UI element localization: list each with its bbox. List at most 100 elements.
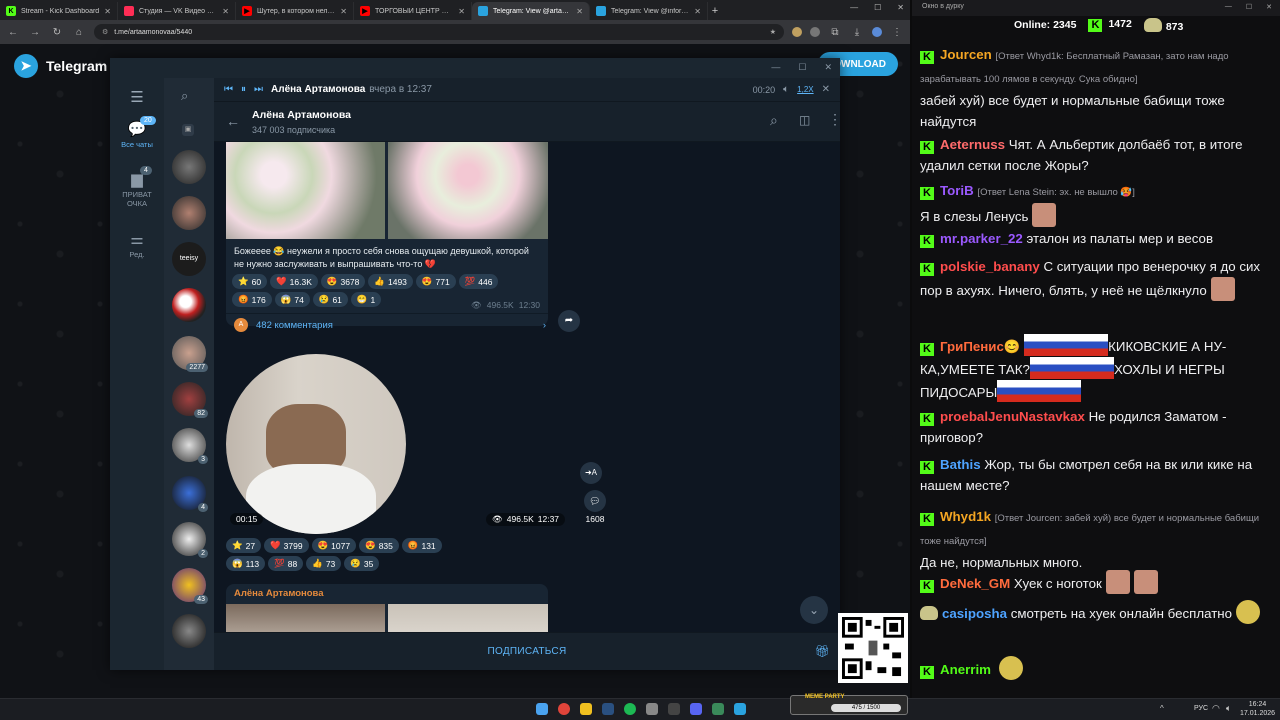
gift-icon[interactable]: 🎁︎ <box>814 644 830 658</box>
home-icon[interactable]: ⌂ <box>72 27 86 38</box>
reaction-chip[interactable]: 💯 446 <box>458 274 499 289</box>
next-icon[interactable]: ⏭ <box>254 84 263 95</box>
reload-icon[interactable]: ↻ <box>50 27 64 38</box>
post-photo[interactable] <box>226 604 385 632</box>
pause-icon[interactable]: ⏸ <box>241 84 246 95</box>
chat-avatar[interactable] <box>172 288 206 322</box>
flower-photo[interactable] <box>226 142 385 239</box>
chat-avatar[interactable] <box>172 196 206 230</box>
video-message[interactable] <box>226 354 406 534</box>
chat-username[interactable]: Aeternuss <box>940 137 1005 152</box>
maximize-icon[interactable]: ☐ <box>1246 3 1252 11</box>
tray-chevron-icon[interactable]: ^ <box>1160 704 1164 713</box>
reaction-chip[interactable]: 😢 61 <box>312 292 348 307</box>
chat-username[interactable]: polskie_banany <box>940 259 1040 274</box>
reaction-chip[interactable]: 😍 1077 <box>311 538 357 553</box>
close-icon[interactable]: ✕ <box>824 62 832 73</box>
minimize-icon[interactable]: — <box>1225 3 1232 11</box>
chat-username[interactable]: ГриПенис😊 <box>940 339 1020 354</box>
reaction-chip[interactable]: 💯 88 <box>268 556 304 571</box>
reaction-chip[interactable]: 😍 3678 <box>320 274 366 289</box>
extensions-icon[interactable]: ⧉ <box>828 27 842 38</box>
app-icon[interactable] <box>646 703 658 715</box>
translate-button[interactable]: ➜A <box>580 462 602 484</box>
forward-icon[interactable]: → <box>28 27 42 38</box>
close-icon[interactable]: ✕ <box>897 3 904 12</box>
chat-avatar[interactable] <box>172 614 206 648</box>
app-icon[interactable] <box>712 703 724 715</box>
new-tab-button[interactable]: + <box>708 2 722 20</box>
star-icon[interactable]: ★ <box>770 28 776 36</box>
channel-name[interactable]: Алёна Артамонова <box>252 109 351 121</box>
profile-avatar[interactable] <box>872 27 882 37</box>
close-player-icon[interactable]: ✕ <box>822 84 830 95</box>
clock[interactable]: 16:24 17.01.2026 <box>1240 700 1275 718</box>
chat-avatar[interactable]: teeisy <box>172 242 206 276</box>
reaction-chip[interactable]: 👍 1493 <box>368 274 413 289</box>
site-info-icon[interactable]: ⚙ <box>102 28 108 36</box>
obs-icon[interactable] <box>668 703 680 715</box>
search-icon[interactable]: ⌕ <box>770 112 778 129</box>
hamburger-menu-icon[interactable]: ☰ <box>110 88 164 106</box>
chat-username[interactable]: Anerrim <box>940 662 991 677</box>
browser-tab[interactable]: Telegram: View @informatorz ✕ <box>590 2 708 20</box>
reaction-chip[interactable]: 😡 176 <box>232 292 272 307</box>
steam-icon[interactable] <box>602 703 614 715</box>
chat-avatar[interactable]: 43 <box>172 568 208 604</box>
reaction-chip[interactable]: 😱 74 <box>274 292 310 307</box>
browser-tab[interactable]: Студия — VK Видео Live ✕ <box>118 2 236 20</box>
minimize-icon[interactable]: — <box>771 62 780 73</box>
minimize-icon[interactable]: — <box>850 3 858 12</box>
folder-icon[interactable] <box>580 703 592 715</box>
chat-username[interactable]: Whyd1k <box>940 509 991 524</box>
tab-close-icon[interactable]: ✕ <box>222 7 229 16</box>
chat-username[interactable]: Bathis <box>940 457 981 472</box>
playback-speed[interactable]: 1,2X <box>797 85 813 94</box>
speaker-icon[interactable]: 🔈︎ <box>1226 703 1231 714</box>
search-icon[interactable]: ⌕ <box>181 88 188 104</box>
back-icon[interactable]: ← <box>6 27 20 38</box>
discord-icon[interactable] <box>690 703 702 715</box>
folder-private[interactable]: ▆ 4 ПРИВАТ ОЧКА <box>110 166 164 208</box>
spotify-icon[interactable] <box>624 703 636 715</box>
maximize-icon[interactable]: ☐ <box>874 3 881 12</box>
browser-tab[interactable]: Telegram: View @artaamonovaa ✕ <box>472 2 590 20</box>
chat-avatar[interactable]: 4 <box>172 476 208 512</box>
download-icon[interactable]: ⤓ <box>850 27 864 38</box>
reaction-chip[interactable]: 😍 835 <box>359 538 399 553</box>
maximize-icon[interactable]: ☐ <box>798 62 806 73</box>
chat-username[interactable]: DeNek_GM <box>940 576 1010 591</box>
folder-edit[interactable]: ⚌ Ред. <box>110 230 164 259</box>
archive-icon[interactable]: ▣ <box>182 124 194 136</box>
sidebar-toggle-icon[interactable]: ◫ <box>799 113 810 127</box>
extension-icon[interactable] <box>810 27 820 37</box>
browser-tab[interactable]: K Stream - Kick Dashboard ✕ <box>0 2 118 20</box>
chrome-icon[interactable] <box>558 703 570 715</box>
tab-close-icon[interactable]: ✕ <box>576 7 583 16</box>
chat-avatar[interactable]: 2 <box>172 522 208 558</box>
menu-icon[interactable]: ⋮ <box>890 27 904 38</box>
flower-photo[interactable] <box>388 142 548 239</box>
reaction-chip[interactable]: ⭐ 27 <box>226 538 262 553</box>
start-icon[interactable] <box>536 703 548 715</box>
reaction-chip[interactable]: 😢 35 <box>344 556 380 571</box>
extension-icon[interactable] <box>792 27 802 37</box>
back-arrow-icon[interactable]: ← <box>226 113 240 129</box>
tab-close-icon[interactable]: ✕ <box>340 7 347 16</box>
reaction-chip[interactable]: ⭐ 60 <box>232 274 268 289</box>
reaction-chip[interactable]: 😁 1 <box>350 292 382 307</box>
reaction-chip[interactable]: 😍 771 <box>415 274 456 289</box>
comments-button[interactable]: A 482 комментария › <box>234 314 546 336</box>
tab-close-icon[interactable]: ✕ <box>458 7 465 16</box>
scroll-down-icon[interactable]: ⌄ <box>800 596 828 624</box>
comments-button[interactable]: 💬︎ 1608 <box>580 490 610 524</box>
share-icon[interactable]: ➦ <box>558 310 580 332</box>
tab-close-icon[interactable]: ✕ <box>694 7 701 16</box>
tab-close-icon[interactable]: ✕ <box>104 7 111 16</box>
close-icon[interactable]: ✕ <box>1266 3 1272 11</box>
reaction-chip[interactable]: ❤️ 3799 <box>264 538 309 553</box>
chat-username[interactable]: proebalJenuNastavkax <box>940 409 1085 424</box>
url-field[interactable]: ⚙ t.me/artaamonovaa/5440 ★ <box>94 24 784 40</box>
reaction-chip[interactable]: 😱 113 <box>226 556 266 571</box>
language-indicator[interactable]: РУС <box>1194 705 1208 712</box>
